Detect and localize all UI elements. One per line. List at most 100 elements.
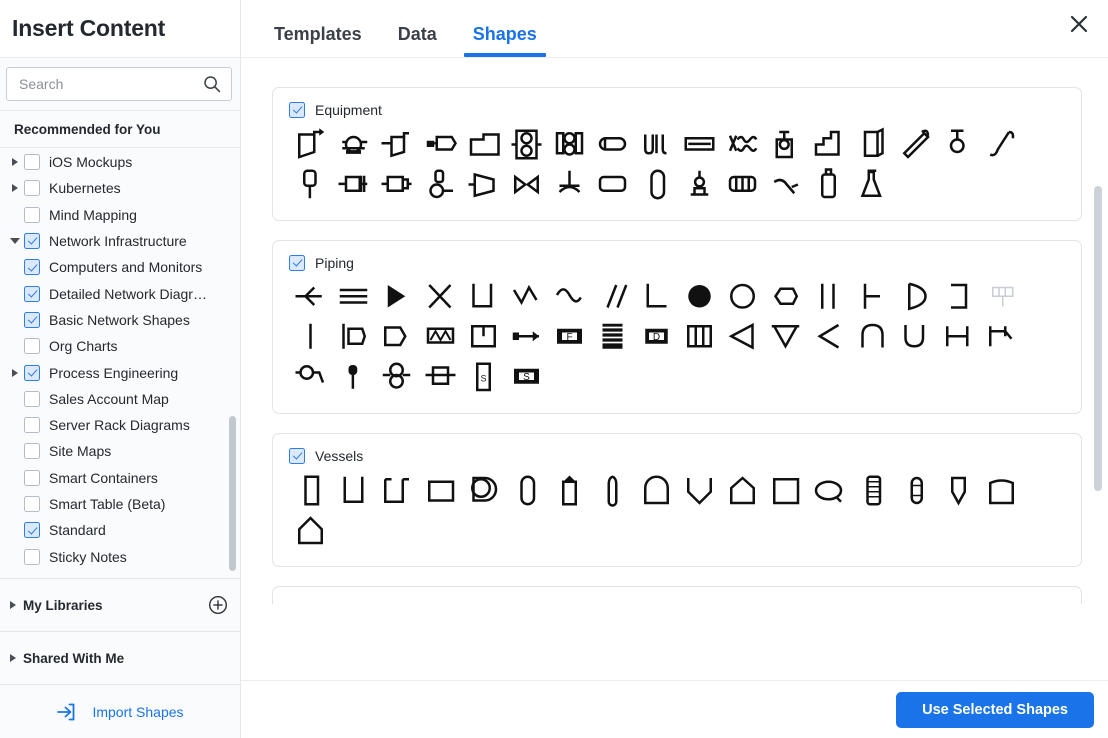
close-icon[interactable] <box>1064 9 1094 39</box>
shape-duct-elbow[interactable] <box>462 124 505 164</box>
shape-pedestal-press[interactable] <box>678 164 721 204</box>
tab-shapes[interactable]: Shapes <box>455 24 555 57</box>
shape-cone-nozzle[interactable] <box>462 164 505 204</box>
shape-dome-top-tank[interactable] <box>635 470 678 510</box>
shape-plug-nozzle[interactable] <box>419 124 462 164</box>
sidebar-item-shared-with-me[interactable]: Shared With Me <box>0 631 240 684</box>
shape-striped-column[interactable] <box>850 470 893 510</box>
shape-oval-vessel[interactable] <box>807 470 850 510</box>
shape-cone-top-tank[interactable] <box>548 470 591 510</box>
shape-reducer-arrow[interactable] <box>289 277 332 317</box>
shape-cone-bottom-vessel[interactable] <box>937 470 980 510</box>
sidebar-item-basic-network-shapes[interactable]: Basic Network Shapes <box>0 307 240 333</box>
shape-group-header[interactable]: Piping <box>289 255 1065 271</box>
checkbox[interactable] <box>24 469 40 486</box>
checkbox[interactable] <box>24 233 40 250</box>
shape-s-box[interactable]: S <box>505 357 548 397</box>
checkbox[interactable] <box>24 364 40 381</box>
shape-zigzag-box[interactable] <box>419 317 462 357</box>
sidebar-item-kubernetes[interactable]: Kubernetes <box>0 175 240 201</box>
sidebar-item-ios-mockups[interactable]: iOS Mockups <box>0 149 240 175</box>
shape-dome-end-tank[interactable] <box>462 470 505 510</box>
plus-circle-icon[interactable] <box>208 595 228 615</box>
shape-inverted-triangle[interactable] <box>764 317 807 357</box>
shape-drum-inline[interactable] <box>419 357 462 397</box>
sidebar-item-detailed-network-diagr[interactable]: Detailed Network Diagr… <box>0 280 240 306</box>
shape-corner-elbow[interactable] <box>635 277 678 317</box>
shape-wave-bend[interactable] <box>548 277 591 317</box>
shape-hook-scale[interactable] <box>937 124 980 164</box>
shape-open-top-tank[interactable] <box>980 470 1023 510</box>
checkbox[interactable] <box>24 443 40 460</box>
shape-left-triangle[interactable] <box>721 317 764 357</box>
shape-double-slash[interactable] <box>591 277 634 317</box>
sidebar-item-server-rack-diagrams[interactable]: Server Rack Diagrams <box>0 412 240 438</box>
sidebar-item-smart-containers[interactable]: Smart Containers <box>0 465 240 491</box>
sidebar-item-computers-and-monitors[interactable]: Computers and Monitors <box>0 254 240 280</box>
shape-bent-probe[interactable] <box>980 124 1023 164</box>
shape-heat-exchanger-bar[interactable] <box>678 124 721 164</box>
use-selected-shapes-button[interactable]: Use Selected Shapes <box>896 691 1094 728</box>
shape-centrifugal-blower[interactable] <box>332 124 375 164</box>
shape-open-circle[interactable] <box>721 277 764 317</box>
shape-cross-fitting[interactable] <box>419 277 462 317</box>
shape-angled-pump[interactable] <box>764 164 807 204</box>
sidebar-item-smart-table-beta[interactable]: Smart Table (Beta) <box>0 491 240 517</box>
tree-toggle[interactable] <box>6 184 24 193</box>
shape-striped-stack[interactable] <box>591 317 634 357</box>
sidebar-item-my-libraries[interactable]: My Libraries <box>0 578 240 631</box>
shape-thermometer-probe[interactable] <box>289 164 332 204</box>
checkbox[interactable] <box>289 448 305 464</box>
shape-v-bottom-tank[interactable] <box>678 470 721 510</box>
shape-cone-reducer[interactable] <box>375 317 418 357</box>
checkbox[interactable] <box>24 417 40 434</box>
checkbox[interactable] <box>24 548 40 565</box>
shape-rect-tank[interactable] <box>419 470 462 510</box>
shape-u-channel[interactable] <box>462 277 505 317</box>
search-icon[interactable] <box>203 75 221 93</box>
shape-rounded-tank[interactable] <box>635 164 678 204</box>
shape-rotary-valve[interactable] <box>289 357 332 397</box>
search-input[interactable] <box>17 75 203 93</box>
checkbox[interactable] <box>24 180 40 197</box>
tree-toggle[interactable] <box>6 238 24 245</box>
sidebar-item-org-charts[interactable]: Org Charts <box>0 333 240 359</box>
shape-dual-drum-unit[interactable] <box>505 124 548 164</box>
checkbox[interactable] <box>24 311 40 328</box>
shape-square-tank[interactable] <box>764 470 807 510</box>
shape-double-ball-valve[interactable] <box>375 357 418 397</box>
shape-stepped-press[interactable] <box>807 124 850 164</box>
shape-branch-fitting[interactable] <box>980 317 1023 357</box>
sidebar-item-mind-mapping[interactable]: Mind Mapping <box>0 202 240 228</box>
shape-plug-stem[interactable] <box>332 357 375 397</box>
shape-line-and-cone[interactable] <box>332 317 375 357</box>
sidebar-item-process-engineering[interactable]: Process Engineering <box>0 359 240 385</box>
shape-anchor-stirrer[interactable] <box>548 164 591 204</box>
shape-rounded-tank[interactable] <box>505 470 548 510</box>
shape-tee-left[interactable] <box>850 277 893 317</box>
tree-toggle[interactable] <box>6 368 24 377</box>
shape-double-roller-press[interactable] <box>548 124 591 164</box>
shape-group-header[interactable]: Equipment <box>289 102 1065 118</box>
checkbox[interactable] <box>24 390 40 407</box>
checkbox[interactable] <box>24 338 40 355</box>
shape-half-disc[interactable] <box>894 277 937 317</box>
shape-triple-line[interactable] <box>332 277 375 317</box>
shape-h-connector[interactable] <box>937 317 980 357</box>
tab-data[interactable]: Data <box>380 24 455 57</box>
search-box[interactable] <box>6 67 232 101</box>
shape-arch-bend[interactable] <box>850 317 893 357</box>
sidebar-item-network-infrastructure[interactable]: Network Infrastructure <box>0 228 240 254</box>
shape-rounded-box[interactable] <box>591 164 634 204</box>
shape-solid-circle[interactable] <box>678 277 721 317</box>
shape-peaked-roof-tank[interactable] <box>721 470 764 510</box>
sidebar-item-standard[interactable]: Standard <box>0 517 240 543</box>
shape-screw-conveyor[interactable] <box>721 124 764 164</box>
shape-screw-fastener[interactable] <box>894 124 937 164</box>
shape-comb-stand[interactable] <box>635 124 678 164</box>
shape-flask-unit[interactable] <box>850 164 893 204</box>
sidebar-item-sticky-notes[interactable]: Sticky Notes <box>0 543 240 569</box>
shape-horizontal-cylinder[interactable] <box>591 124 634 164</box>
shape-solid-triangle[interactable] <box>375 277 418 317</box>
shape-small-hopper[interactable] <box>375 124 418 164</box>
